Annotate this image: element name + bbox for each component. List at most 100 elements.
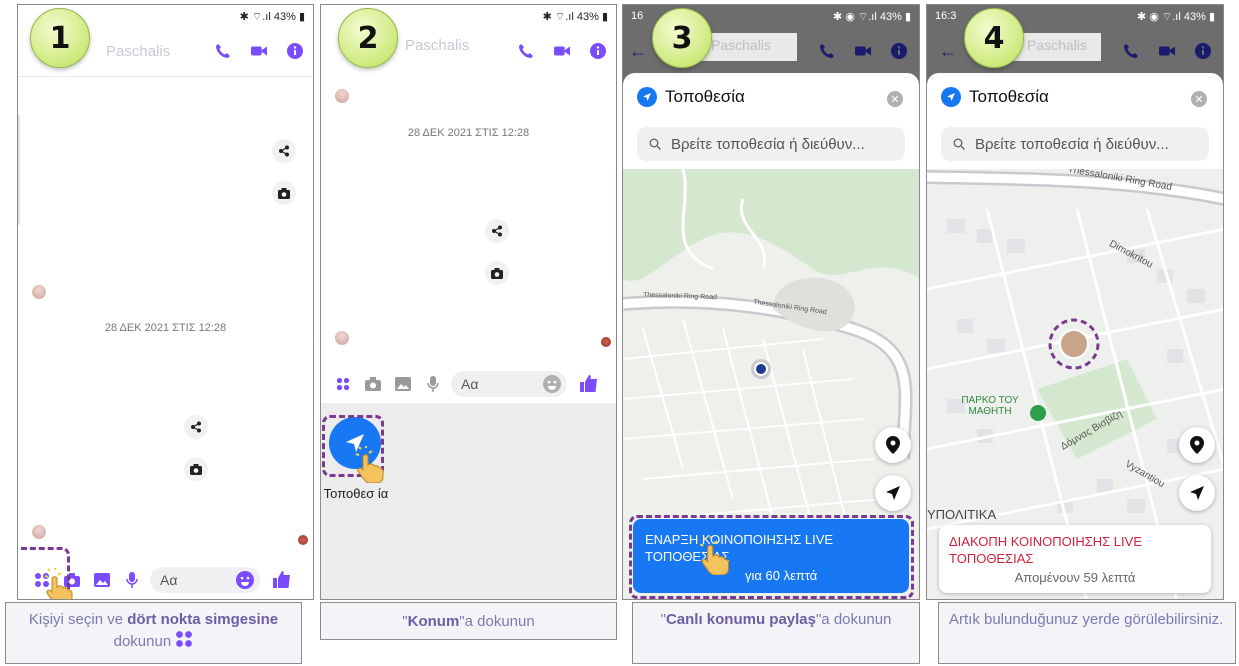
recenter-button[interactable] <box>875 475 911 511</box>
back-arrow-icon[interactable]: ← <box>939 41 957 62</box>
close-icon[interactable]: ✕ <box>887 91 903 107</box>
seen-avatar <box>601 337 611 347</box>
gallery-icon[interactable] <box>393 374 413 394</box>
battery-indicator: ✱ ⌔.ıl 43% ▮ <box>542 11 608 23</box>
screen-attach-menu: ✱ ⌔.ıl 43% ▮ Paschalis 28 ΔΕΚ 2021 ΣΤΙΣ … <box>320 4 617 600</box>
stop-live-location-card[interactable]: ΔΙΑΚΟΠΗ ΚΟΙΝΟΠΟΙΗΣΗΣ LIVE ΤΟΠΟΘΕΣΙΑΣ Απο… <box>939 525 1211 593</box>
video-call-icon[interactable] <box>251 43 267 59</box>
search-icon <box>649 138 661 150</box>
recenter-button[interactable] <box>1179 475 1215 511</box>
tap-hand-icon <box>699 533 735 580</box>
navigation-arrow-icon <box>1190 486 1204 500</box>
phone-call-icon[interactable] <box>819 43 835 59</box>
date-separator: 28 ΔΕΚ 2021 ΣΤΙΣ 12:28 <box>407 127 530 139</box>
battery-indicator: ✱ ⌔.ıl 43% ▮ <box>239 11 305 23</box>
map-pin-icon <box>1190 436 1204 454</box>
back-arrow-icon[interactable]: ← <box>629 41 647 62</box>
info-icon[interactable] <box>891 43 907 59</box>
screen-location-live: 16:3 ✱ ◉ ⌔.ıl 43% ▮ ← Paschalis Τοποθεσί… <box>926 4 1224 600</box>
message-composer: Αα <box>321 367 616 401</box>
camera-icon[interactable] <box>184 457 208 481</box>
video-call-icon[interactable] <box>855 43 871 59</box>
tap-hand-icon <box>355 443 389 488</box>
clock: 16 <box>631 10 644 22</box>
highlight-live-button <box>629 515 914 599</box>
pin-button[interactable] <box>875 427 911 463</box>
message-placeholder: Αα <box>160 572 178 588</box>
microphone-icon[interactable] <box>423 374 443 394</box>
thumbs-up-icon[interactable] <box>272 570 292 590</box>
search-placeholder: Βρείτε τοποθεσία ή διεύθυν... <box>975 135 1169 153</box>
camera-icon[interactable] <box>272 181 296 205</box>
video-call-icon[interactable] <box>1159 43 1175 59</box>
share-icon[interactable] <box>485 219 509 243</box>
info-icon[interactable] <box>1195 43 1211 59</box>
tap-hand-icon <box>44 565 78 599</box>
caption-step-1: Kişiyi seçin ve dört nokta simgesine dok… <box>5 602 302 664</box>
info-icon[interactable] <box>287 43 303 59</box>
share-icon[interactable] <box>272 139 296 163</box>
search-icon <box>953 138 965 150</box>
location-title: Τοποθεσία <box>665 87 745 106</box>
info-icon[interactable] <box>590 43 606 59</box>
seen-avatar <box>298 535 308 545</box>
contact-avatar <box>335 331 349 345</box>
contact-name[interactable]: Paschalis <box>1027 37 1087 53</box>
phone-call-icon[interactable] <box>518 43 534 59</box>
close-icon[interactable]: ✕ <box>1191 91 1207 107</box>
caption-step-4: Artık bulunduğunuz yerde görülebilirsini… <box>938 602 1236 664</box>
navigation-icon <box>941 87 961 107</box>
thumbs-up-icon[interactable] <box>579 374 599 394</box>
contact-name[interactable]: Paschalis <box>711 37 771 53</box>
camera-icon[interactable] <box>485 261 509 285</box>
emoji-icon[interactable] <box>236 571 254 592</box>
screen-chat: ✱ ⌔.ıl 43% ▮ Paschalis 28 ΔΕΚ 2021 ΣΤΙΣ … <box>17 4 314 600</box>
contact-avatar <box>335 89 349 103</box>
location-title: Τοποθεσία <box>969 87 1049 106</box>
screen-location-start: 16 ✱ ◉ ⌔.ıl 43% ▮ ← Paschalis Τοποθεσία … <box>622 4 920 600</box>
message-input[interactable]: Αα <box>451 371 567 397</box>
microphone-icon[interactable] <box>122 570 142 590</box>
four-dots-icon <box>175 630 193 654</box>
location-search-field[interactable]: Βρείτε τοποθεσία ή διεύθυν... <box>941 127 1209 161</box>
map-label-district: ΥΠΟΛΙΤΙΚΑ <box>927 507 997 522</box>
emoji-icon[interactable] <box>543 375 561 396</box>
caption-step-2: "Konum"a dokunun <box>320 602 617 640</box>
contact-avatar <box>32 525 46 539</box>
date-separator: 28 ΔΕΚ 2021 ΣΤΙΣ 12:28 <box>104 322 227 334</box>
clock: 16:3 <box>935 10 957 22</box>
contact-avatar <box>32 285 46 299</box>
pin-button[interactable] <box>1179 427 1215 463</box>
tutorial-collage: ✱ ⌔.ıl 43% ▮ Paschalis 28 ΔΕΚ 2021 ΣΤΙΣ … <box>0 0 1239 666</box>
location-search-field[interactable]: Βρείτε τοποθεσία ή διεύθυν... <box>637 127 905 161</box>
navigation-arrow-icon <box>886 486 900 500</box>
phone-call-icon[interactable] <box>1123 43 1139 59</box>
battery-indicator: ✱ ◉ ⌔.ıl 43% ▮ <box>1136 11 1215 23</box>
battery-indicator: ✱ ◉ ⌔.ıl 43% ▮ <box>832 11 911 23</box>
phone-call-icon[interactable] <box>215 43 231 59</box>
caption-step-3: "Canlı konumu paylaş"a dokunun <box>632 602 920 664</box>
navigation-icon <box>637 87 657 107</box>
message-placeholder: Αα <box>461 376 479 392</box>
location-sheet: Τοποθεσία ✕ Βρείτε τοποθεσία ή διεύθυν..… <box>927 73 1223 599</box>
contact-name[interactable]: Paschalis <box>106 43 170 60</box>
camera-icon[interactable] <box>363 374 383 394</box>
four-dots-icon[interactable] <box>333 374 353 394</box>
stop-live-label: ΔΙΑΚΟΠΗ ΚΟΙΝΟΠΟΙΗΣΗΣ LIVE ΤΟΠΟΘΕΣΙΑΣ <box>949 534 1142 566</box>
video-call-icon[interactable] <box>554 43 570 59</box>
stop-live-remaining: Απομένουν 59 λεπτά <box>1014 570 1136 585</box>
step-badge-1: 1 <box>30 8 90 68</box>
message-input[interactable]: Αα <box>150 567 260 593</box>
map-pin-icon <box>886 436 900 454</box>
location-sheet-title: Τοποθεσία <box>637 87 745 107</box>
search-placeholder: Βρείτε τοποθεσία ή διεύθυν... <box>671 135 865 153</box>
map-label-park: ΠΑΡΚΟ ΤΟΥ ΜΑΘΗΤΗ <box>961 395 1019 417</box>
step-badge-2: 2 <box>338 8 398 68</box>
share-icon[interactable] <box>184 415 208 439</box>
location-sheet-title: Τοποθεσία <box>941 87 1049 107</box>
step-badge-4: 4 <box>964 8 1024 68</box>
step-badge-3: 3 <box>652 8 712 68</box>
contact-name[interactable]: Paschalis <box>405 37 469 54</box>
gallery-icon[interactable] <box>92 570 112 590</box>
chat-left-rule <box>18 115 20 225</box>
